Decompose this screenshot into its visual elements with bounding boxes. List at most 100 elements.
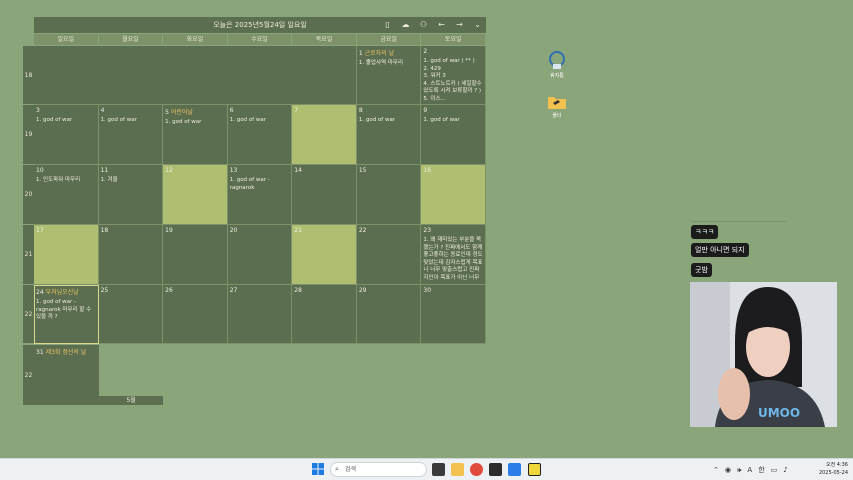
calendar-day-cell[interactable]: 26 [163,285,228,344]
chevron-up-icon[interactable]: ⌃ [713,466,719,474]
calendar-day-cell[interactable]: 14 [292,165,357,225]
calendar-day-cell[interactable]: 15 [356,165,422,225]
day-number: 16 [423,167,432,174]
calendar-day-cell[interactable]: 20 [227,225,293,285]
day-header: 4 [101,107,161,114]
volume-icon[interactable]: 🕪 [737,466,741,475]
day-header: 13 [230,167,290,174]
network-icon[interactable]: ◉ [725,466,731,474]
calendar-day-cell[interactable]: 10 1. 인도파워 마무리 [34,165,99,225]
day-header: 27 [230,287,290,294]
event-item: 1. 겨울 [100,177,118,183]
dow-thursday: 목요일 [292,34,357,45]
speaker-icon[interactable]: ♪ [783,466,787,474]
week-number: 18 [23,46,34,105]
task-view-icon[interactable] [432,463,445,476]
calendar-day-cell[interactable]: 23 1. 왜 재미있는 부분을 쭉 했는가 ? 진짜에서도 함께 좋고좋하는 동… [421,225,486,285]
day-header: 18 [101,227,161,234]
day-number: 27 [229,287,238,294]
day-number: 30 [423,287,432,294]
holiday-label: 근로자의 날 [362,50,395,57]
calendar-day-cell[interactable]: 21 [292,225,357,285]
calendar-day-cell[interactable]: 11 1. 겨울 [98,165,164,225]
calendar-day-cell[interactable]: 17 [34,225,99,285]
calendar-day-cell[interactable]: 24 부처님오신날 1. god of war - ragnarok 마무리 할 … [34,285,99,344]
phone-icon[interactable]: ▯ [383,17,392,33]
calendar-day-cell[interactable]: 2 1. god of war ( ** ) 2. 429 3. 워커 3 4. 스트노… [421,46,486,105]
week-number: 21 [23,225,34,285]
calendar-day-cell[interactable]: 19 [163,225,228,285]
calendar-day-cell[interactable]: 13 1. god of war - ragnarok [227,165,293,225]
day-number: 2 [423,48,428,55]
dow-friday: 금요일 [356,34,422,45]
calendar-day-cell[interactable]: 5 어린이날 1. god of war [163,105,228,165]
day-number: 4 [100,107,105,114]
calendar-day-cell[interactable]: 1 근로자의 날 1. 졸업사역 마무리 [356,46,422,105]
chevron-down-icon[interactable]: ⌄ [473,17,482,33]
day-header: 8 [359,107,419,114]
day-number: 29 [358,287,367,294]
user-icon[interactable]: ⚇ [419,17,428,33]
windows-start-icon[interactable] [312,463,324,475]
day-header: 23 [423,227,483,234]
font-icon[interactable]: A [747,466,752,474]
event-item: 1. god of war [36,117,73,123]
file-explorer-icon[interactable] [451,463,464,476]
calendar-day-cell[interactable]: 27 [227,285,293,344]
clock-time: 오전 4:36 [825,462,848,468]
recycle-bin-icon [549,51,565,69]
day-header: 14 [294,167,354,174]
arrow-right-icon[interactable]: → [455,17,464,33]
webcam-feed: UMOO [690,282,837,427]
cloud-icon[interactable]: ☁ [401,17,410,33]
day-number: 3 [36,107,40,114]
event-item: 1. god of war [100,117,137,123]
calendar-day-cell[interactable]: 25 [98,285,164,344]
day-number: 20 [229,227,238,234]
day-number: 28 [294,287,302,294]
event-item: 1. god of war [165,119,202,125]
day-header: 10 [36,167,96,174]
day-number: 11 [100,167,109,174]
event-item: 2. 429 [423,65,441,72]
calendar-day-cell[interactable]: 30 [421,285,486,344]
event-item: 1. 인도파워 마무리 [36,177,81,183]
day-header: 11 [101,167,161,174]
chat-divider [691,221,786,222]
calendar-day-cell[interactable]: 18 [98,225,164,285]
chrome-icon[interactable] [470,463,483,476]
desktop-icon-recycle-bin[interactable]: 휴지통 [544,50,570,79]
system-clock[interactable]: 오전 4:36 2025-05-24 [812,461,848,477]
calendar-day-cell[interactable]: 3 1. god of war [34,105,99,165]
day-number: 8 [358,107,363,114]
holiday-label: 부처님오신날 [43,289,79,296]
desktop-icon-folder[interactable]: 폴더 [544,94,570,119]
calendar-day-cell[interactable]: 28 [292,285,357,344]
calendar-day-cell[interactable]: 7 [292,105,357,165]
app-icon[interactable] [528,463,541,476]
calendar-day-cell[interactable]: 6 1. god of war [227,105,293,165]
calendar-day-cell[interactable]: 22 [356,225,422,285]
calendar-day-cell[interactable]: 4 1. god of war [98,105,164,165]
event-item: 4. 스트노트카 ( 세일할수 있도록 시켜 보류할까 ? ) [423,80,482,95]
event-item: 1. god of war [423,117,460,123]
calendar-header: 오늘은 2025년5월24일 일요일 ▯ ☁ ⚇ ← → ⌄ [34,17,486,33]
calendar-day-cell[interactable]: 9 1. god of war [421,105,486,165]
calendar-grid: 1 근로자의 날 1. 졸업사역 마무리 2 1. god of war ( ** )… [34,46,486,344]
day-header: 5 어린이날 [165,107,225,116]
calendar-day-cell[interactable]: 12 [163,165,228,225]
edge-icon[interactable] [508,463,521,476]
day-header: 17 [36,227,96,234]
chat-icon[interactable]: ▭ [771,466,778,474]
day-header: 21 [294,227,354,234]
chat-message: 얼만 아니면 되지 [691,243,749,257]
language-indicator[interactable]: 한 [758,465,764,475]
calendar-day-cell[interactable]: 31 제3회 정선의 날 [34,345,99,405]
day-header: 1 근로자의 날 [359,48,419,57]
arrow-left-icon[interactable]: ← [437,17,446,33]
app-icon[interactable] [489,463,502,476]
calendar-day-cell[interactable]: 16 [421,165,486,225]
taskbar-search-input[interactable]: ⌕ 검색 [330,462,427,477]
calendar-day-cell[interactable]: 8 1. god of war [356,105,422,165]
calendar-day-cell[interactable]: 29 [356,285,422,344]
